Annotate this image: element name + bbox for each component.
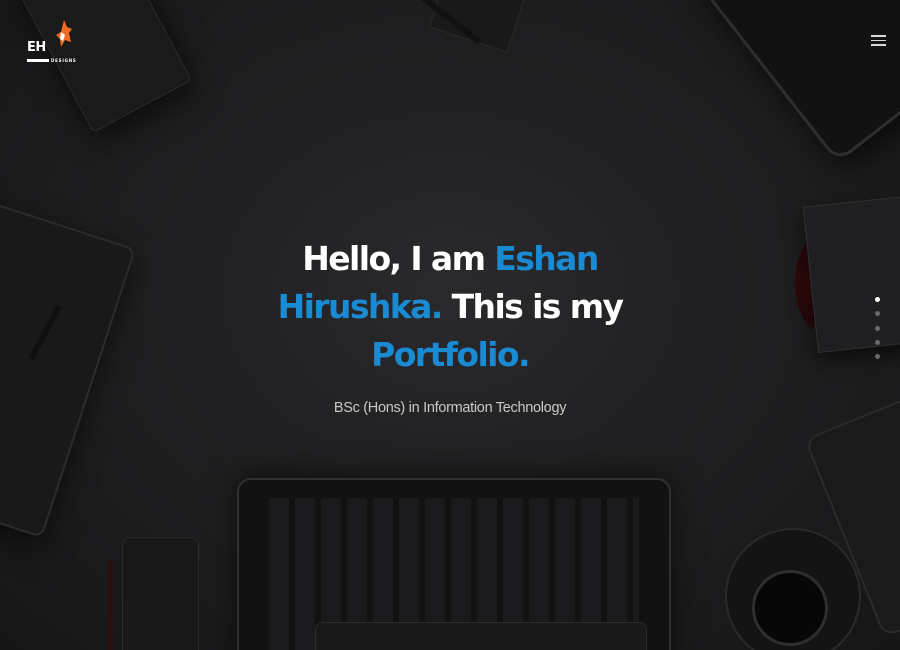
hamburger-menu-icon[interactable] xyxy=(871,35,886,46)
menu-line xyxy=(871,35,886,37)
headline-text: Hello, I am xyxy=(302,239,495,278)
pagination-dot-3[interactable] xyxy=(875,325,880,331)
hero-headline: Hello, I am Eshan Hirushka. This is my P… xyxy=(250,235,650,379)
logo-initials: EH xyxy=(27,40,46,55)
tablet-decoration xyxy=(686,0,900,164)
coffee-cup-decoration xyxy=(752,570,828,646)
pagination-dot-2[interactable] xyxy=(875,311,880,317)
headline-line-1: Hello, I am Eshan xyxy=(250,235,650,283)
hero-section: EH DESIGNS Hello, I am Eshan Hirushka. T… xyxy=(0,0,900,650)
menu-line xyxy=(871,44,886,46)
fox-logo-icon xyxy=(56,20,72,47)
headline-name-last: Hirushka. xyxy=(277,287,444,326)
headline-line-2: Hirushka. This is my xyxy=(250,283,650,331)
phone-decoration xyxy=(122,537,199,650)
hero-subtitle: BSc (Hons) in Information Technology xyxy=(333,400,567,416)
pagination-dot-5[interactable] xyxy=(875,354,880,360)
slide-pagination xyxy=(875,297,881,368)
spiral-notebook-decoration xyxy=(429,0,533,53)
site-logo[interactable]: EH DESIGNS xyxy=(27,20,79,66)
paper-decoration xyxy=(802,194,900,353)
logo-underline xyxy=(27,59,49,62)
headline-text: This is my xyxy=(441,287,624,326)
pagination-dot-4[interactable] xyxy=(875,339,880,345)
pen-decoration xyxy=(108,560,113,650)
trackpad-decoration xyxy=(315,622,647,650)
headline-portfolio: Portfolio. xyxy=(371,335,530,374)
headline-line-3: Portfolio. xyxy=(250,331,650,379)
logo-subtext: DESIGNS xyxy=(51,58,77,63)
clipboard-decoration xyxy=(0,185,136,539)
menu-line xyxy=(871,39,886,41)
pagination-dot-1[interactable] xyxy=(875,297,880,302)
headline-name-first: Eshan xyxy=(494,239,599,278)
